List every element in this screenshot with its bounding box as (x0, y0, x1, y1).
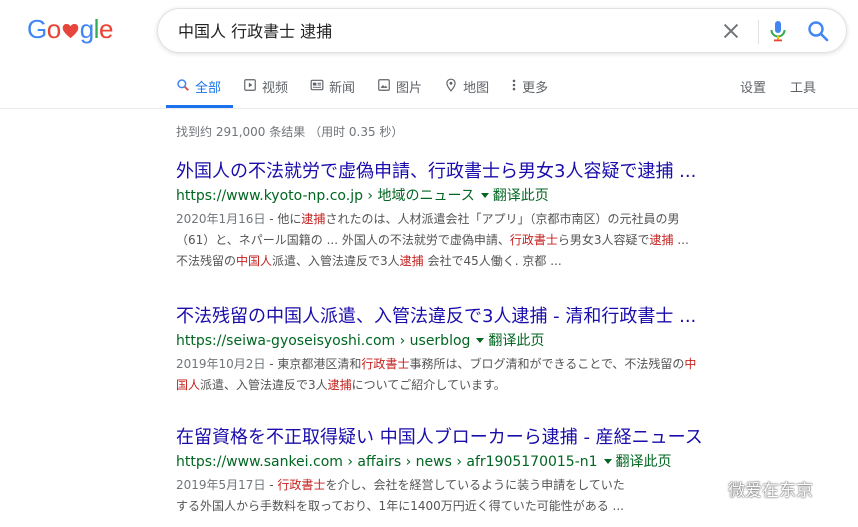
clear-icon[interactable] (720, 20, 742, 42)
tab-news[interactable]: 新闻 (300, 70, 367, 108)
snippet-highlight: 中 (684, 357, 697, 371)
result-date: 2019年10月2日 (176, 357, 266, 371)
translate-link[interactable]: 翻译此页 (488, 333, 544, 349)
result-title-link[interactable]: 外国人の不法就労で虚偽申請、行政書士ら男女3人容疑で逮捕 ... (176, 160, 816, 184)
snippet-highlight: 逮捕 (399, 254, 424, 268)
dropdown-arrow-icon[interactable] (603, 458, 612, 464)
tab-videos[interactable]: 视频 (233, 70, 300, 108)
google-logo[interactable]: Google (27, 14, 113, 45)
tab-label: 新闻 (329, 81, 356, 96)
snippet-text: 事務所は、ブログ清和ができることで、不法残留の (409, 357, 685, 371)
search-icon[interactable] (806, 19, 830, 43)
watermark-text: 微爱在东京 (728, 481, 813, 501)
result-title-link[interactable]: 在留資格を不正取得疑い 中国人ブローカーら逮捕 - 産経ニュース (176, 426, 816, 450)
result-url: https://www.kyoto-np.co.jp › 地域のニュース 翻译此页 (176, 186, 816, 206)
tab-all[interactable]: 全部 (166, 70, 234, 108)
result-snippet: 2019年10月2日 - 東京都港区清和行政書士事務所は、ブログ清和ができること… (176, 354, 816, 396)
tab-label: 图片 (396, 81, 423, 96)
search-icon (177, 79, 189, 91)
snippet-text: を介し、会社を経営しているように装う申請をしていた (325, 478, 625, 492)
tab-label: 视频 (262, 81, 289, 96)
logo-letter: e (98, 14, 113, 44)
image-icon (378, 79, 390, 91)
microphone-icon[interactable] (766, 19, 790, 43)
logo-letter: G (27, 14, 47, 44)
settings-link[interactable]: 设置 (740, 77, 766, 96)
snippet-text: 派遣、入管法違反で3人 (272, 254, 400, 268)
heart-doodle-icon (62, 23, 78, 39)
tab-label: 更多 (522, 81, 549, 96)
result-url: https://seiwa-gyoseisyoshi.com › userblo… (176, 331, 816, 351)
search-divider (758, 20, 759, 44)
snippet-text: されたのは、人材派遣会社「アプリ」（京都市南区）の元社員の男 (325, 212, 680, 226)
snippet-highlight: 行政書士 (277, 478, 326, 492)
result-stats: 找到约 291,000 条结果 （用时 0.35 秒） (176, 125, 404, 139)
tab-maps[interactable]: 地图 (434, 70, 501, 108)
translate-link[interactable]: 翻译此页 (493, 188, 549, 204)
result-snippet: 2020年1月16日 - 他に逮捕されたのは、人材派遣会社「アプリ」（京都市南区… (176, 209, 816, 272)
snippet-highlight: 逮捕 (301, 212, 326, 226)
dropdown-arrow-icon[interactable] (480, 192, 489, 198)
logo-letter: g (79, 14, 94, 44)
tab-more[interactable]: 更多 (501, 70, 560, 108)
snippet-highlight: 行政書士 (361, 357, 410, 371)
wechat-icon (696, 478, 722, 499)
snippet-text: 不法残留の (176, 254, 237, 268)
result-url: https://www.sankei.com › affairs › news … (176, 452, 816, 472)
snippet-highlight: 国人 (176, 378, 201, 392)
snippet-text: 派遣、入管法違反で3人 (200, 378, 328, 392)
translate-link[interactable]: 翻译此页 (616, 454, 672, 470)
result-url-text[interactable]: https://www.sankei.com › affairs › news … (176, 454, 598, 470)
snippet-text: する外国人から手数料を取っており、1年に1400万円近く得ていた可能性がある .… (176, 499, 624, 513)
result-date: 2020年1月16日 (176, 212, 266, 226)
search-tabs: 全部 视频 新闻 图片 地图 更多 (166, 70, 560, 108)
snippet-highlight: 行政書士 (509, 233, 558, 247)
tools-link[interactable]: 工具 (790, 77, 816, 96)
tab-images[interactable]: 图片 (367, 70, 434, 108)
result-url-text[interactable]: https://seiwa-gyoseisyoshi.com › userblo… (176, 333, 470, 349)
result-date: 2019年5月17日 (176, 478, 266, 492)
tab-label: 全部 (195, 81, 222, 96)
snippet-text: （61）と、ネパール国籍の ... 外国人の不法就労で虚偽申請、 (176, 233, 510, 247)
snippet-text: 会社で45人働く. 京都 ... (423, 254, 562, 268)
snippet-text: についてご紹介しています。 (351, 378, 506, 392)
tab-label: 地图 (463, 81, 490, 96)
snippet-highlight: 逮捕 (327, 378, 352, 392)
snippet-text: - (265, 478, 278, 492)
news-icon (310, 79, 324, 91)
wechat-watermark: 微爱在东京 (696, 476, 813, 501)
search-result: 在留資格を不正取得疑い 中国人ブローカーら逮捕 - 産経ニュース https:/… (176, 426, 816, 517)
snippet-text: - 他に (265, 212, 302, 226)
result-url-text[interactable]: https://www.kyoto-np.co.jp › 地域のニュース (176, 188, 475, 204)
header-divider (0, 108, 858, 109)
video-icon (244, 79, 256, 91)
search-box (157, 8, 847, 53)
search-input[interactable] (178, 20, 698, 39)
search-result: 外国人の不法就労で虚偽申請、行政書士ら男女3人容疑で逮捕 ... https:/… (176, 160, 816, 272)
logo-letter: o (46, 14, 61, 44)
snippet-text: - 東京都港区清和 (265, 357, 362, 371)
snippet-highlight: 逮捕 (649, 233, 674, 247)
dropdown-arrow-icon[interactable] (476, 337, 485, 343)
search-result: 不法残留の中国人派遣、入管法違反で3人逮捕 - 清和行政書士 ... https… (176, 305, 816, 396)
result-title-link[interactable]: 不法残留の中国人派遣、入管法違反で3人逮捕 - 清和行政書士 ... (176, 305, 816, 329)
map-pin-icon (446, 78, 456, 92)
snippet-highlight: 中国人 (236, 254, 273, 268)
snippet-text: ら男女3人容疑で (557, 233, 650, 247)
more-dots-icon (512, 79, 516, 91)
snippet-text: ... (673, 233, 689, 247)
